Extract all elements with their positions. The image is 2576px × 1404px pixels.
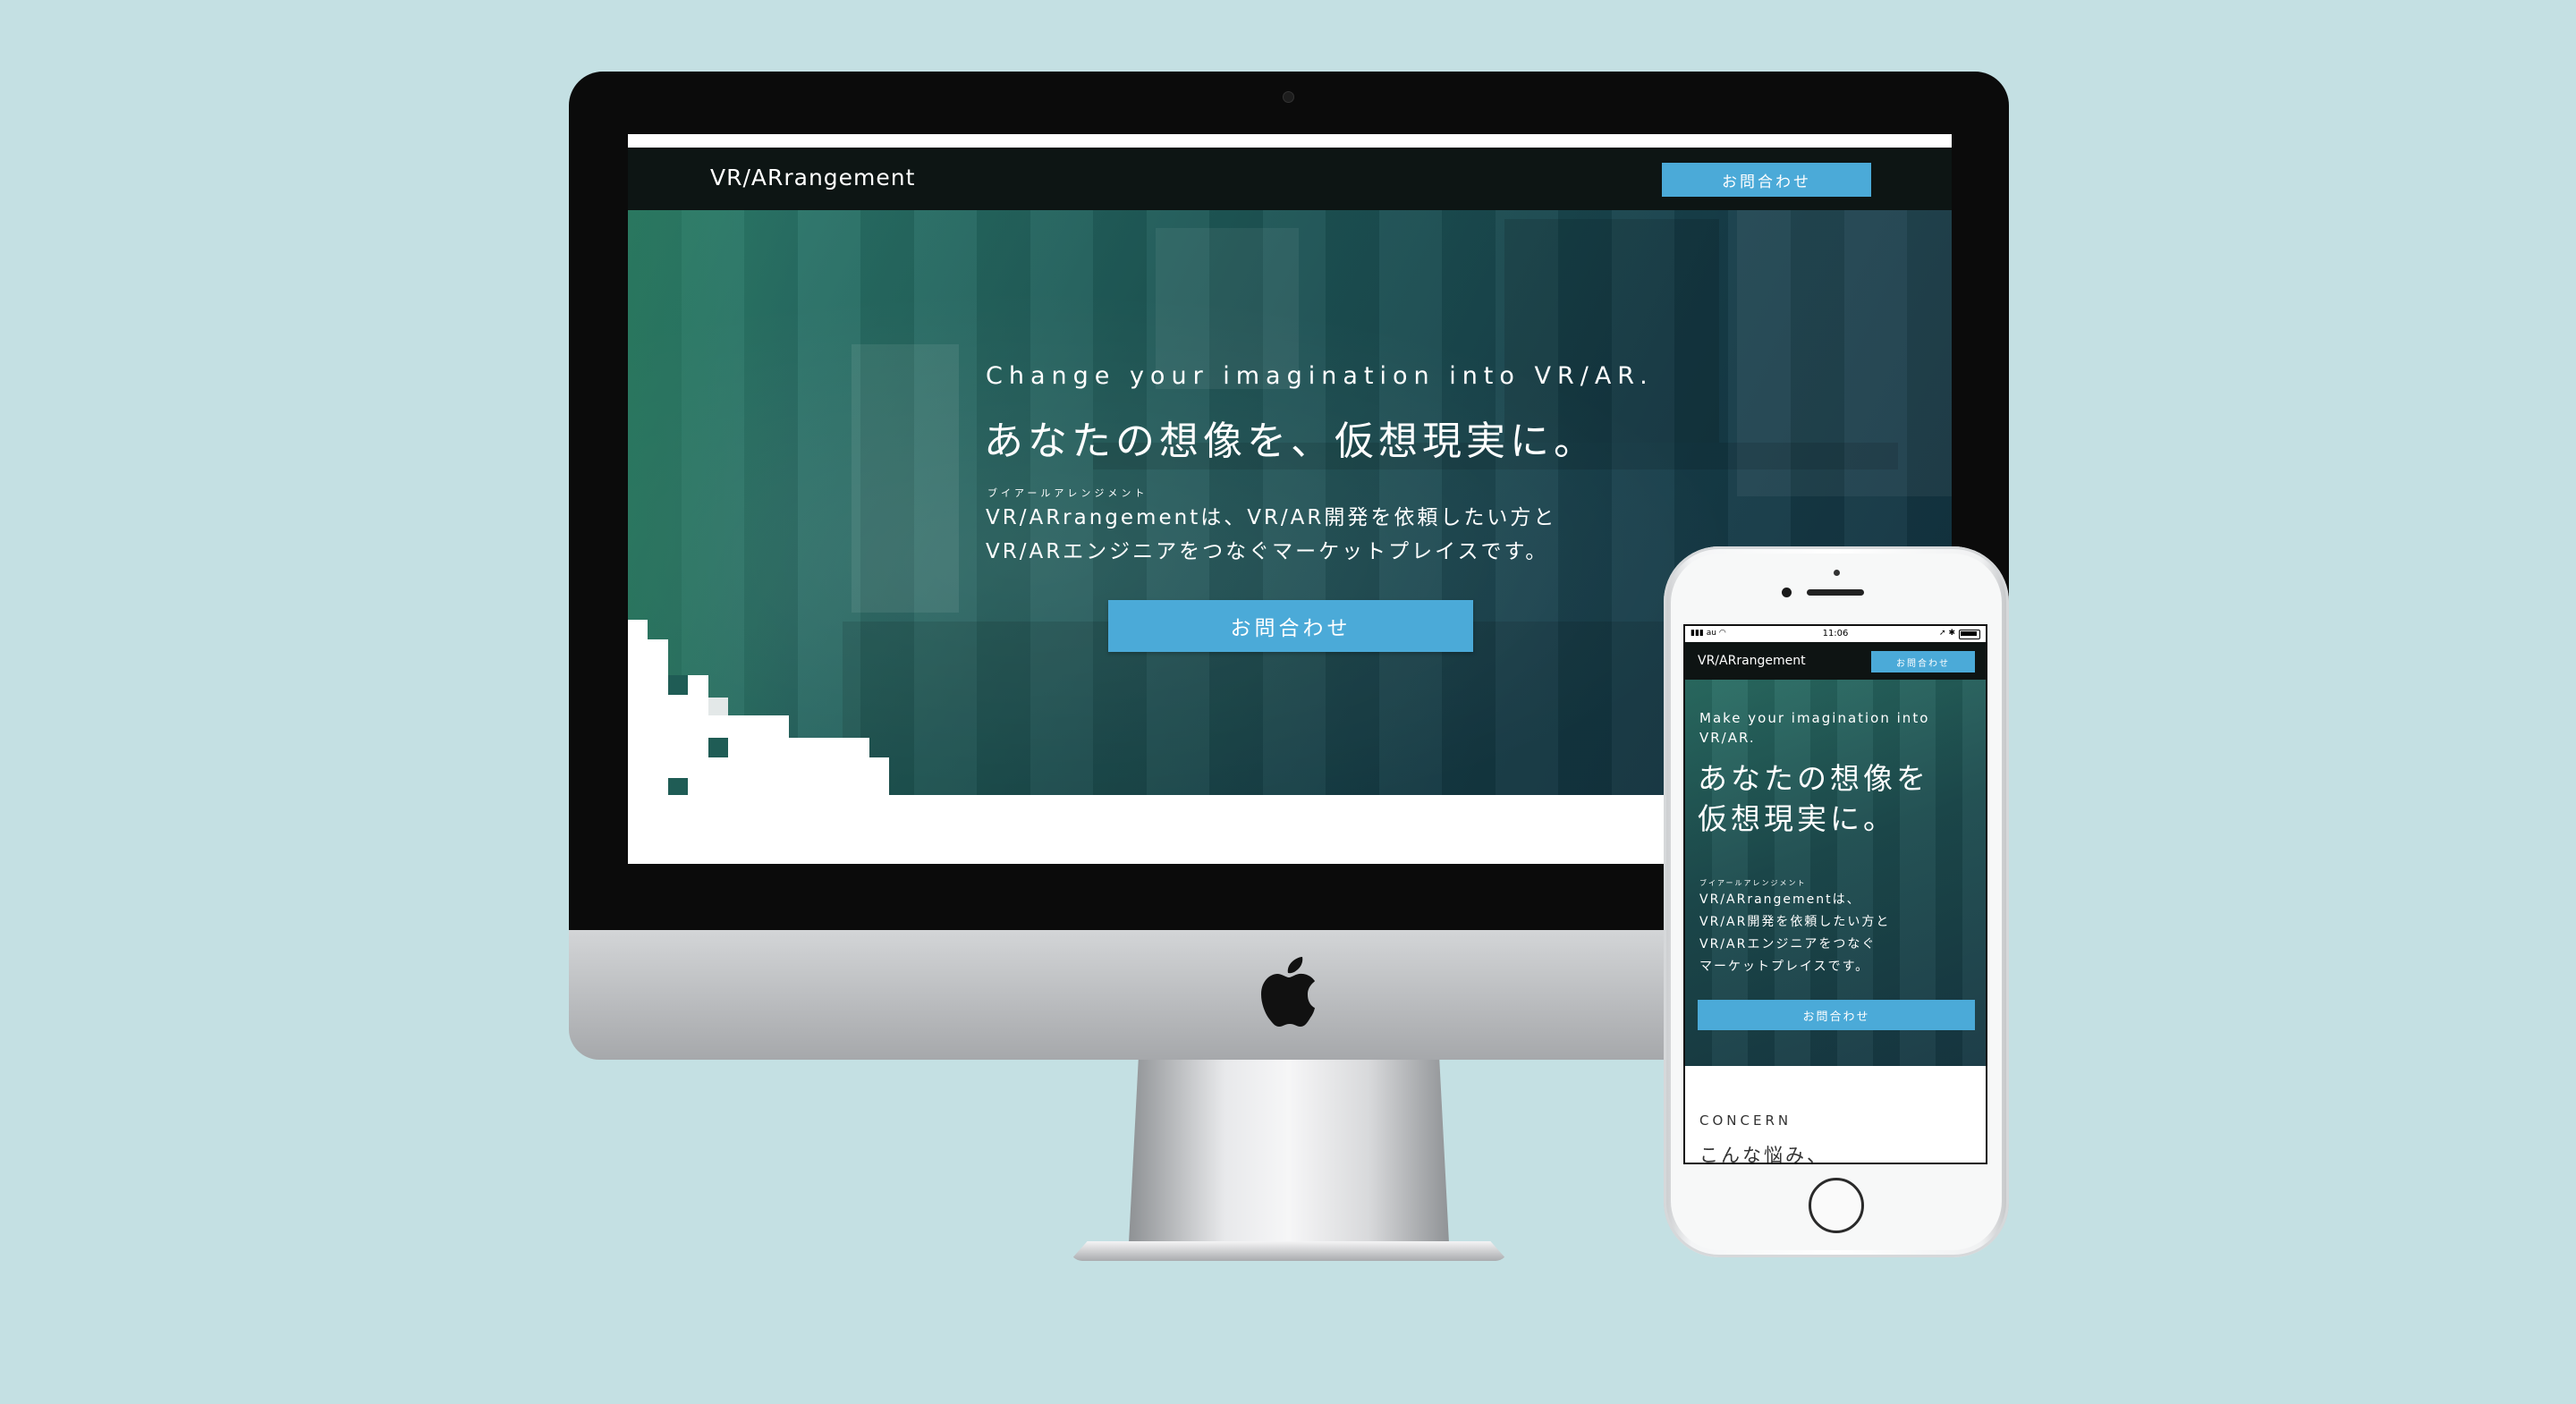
mobile-hero-section: Make your imagination into VR/AR. あなたの想像… xyxy=(1685,680,1986,1066)
mobile-screen: ▮▮▮ au ◠ 11:06 ➚ ✱ VR/ARrangement お問合わせ … xyxy=(1683,624,1987,1164)
hero-description: VR/ARrangementは、VR/AR開発を依頼したい方と VR/ARエンジ… xyxy=(986,501,1556,569)
header-contact-button[interactable]: お問合わせ xyxy=(1662,163,1871,197)
home-button[interactable] xyxy=(1809,1178,1864,1233)
mobile-hero-contact-button[interactable]: お問合わせ xyxy=(1698,1000,1975,1030)
hero-description-line: VR/ARrangementは、VR/AR開発を依頼したい方と xyxy=(986,506,1557,529)
imac-stand-base xyxy=(1070,1241,1508,1261)
mobile-hero-headline: あなたの想像を 仮想現実に。 xyxy=(1698,758,1975,839)
mobile-header: VR/ARrangement お問合わせ xyxy=(1685,642,1986,680)
mobile-headline-line: 仮想現実に。 xyxy=(1698,801,1896,836)
mobile-site-logo[interactable]: VR/ARrangement xyxy=(1698,654,1806,668)
imac-stand-neck xyxy=(1129,1060,1449,1243)
pixel-decoration xyxy=(708,738,728,757)
pixel-decoration xyxy=(708,698,728,715)
mobile-hero-description: VR/ARrangementは、 VR/AR開発を依頼したい方と VR/ARエン… xyxy=(1699,889,1977,978)
battery-icon xyxy=(1959,630,1980,639)
bluetooth-icon: ➚ ✱ xyxy=(1939,629,1955,638)
iphone: ▮▮▮ au ◠ 11:06 ➚ ✱ VR/ARrangement お問合わせ … xyxy=(1664,546,2009,1257)
front-camera-icon xyxy=(1782,588,1792,597)
status-bar: ▮▮▮ au ◠ 11:06 ➚ ✱ xyxy=(1685,626,1986,642)
mobile-hero-ruby: ブイアールアレンジメント xyxy=(1699,879,1807,887)
speaker-icon xyxy=(1807,589,1864,596)
mobile-description-line: VR/ARエンジニアをつなぐ xyxy=(1699,937,1877,952)
pixel-decoration xyxy=(628,757,889,795)
hero-description-line: VR/ARエンジニアをつなぐマーケットプレイスです。 xyxy=(986,540,1549,563)
hero-tagline-en: Change your imagination into VR/AR. xyxy=(986,362,1654,390)
apple-logo-icon xyxy=(1261,957,1315,1027)
pixel-decoration xyxy=(668,675,688,695)
pixel-decoration xyxy=(668,778,688,795)
hero-ruby: ブイアールアレンジメント xyxy=(987,487,1148,499)
mobile-description-line: VR/ARrangementは、 xyxy=(1699,892,1861,907)
sensor-icon xyxy=(1834,570,1840,576)
site-header: VR/ARrangement お問合わせ xyxy=(628,148,1952,210)
concern-label: CONCERN xyxy=(1699,1112,1792,1129)
mobile-header-contact-button[interactable]: お問合わせ xyxy=(1871,651,1975,672)
site-logo[interactable]: VR/ARrangement xyxy=(710,165,915,190)
mobile-description-line: マーケットプレイスです。 xyxy=(1699,960,1870,974)
hero-headline: あなたの想像を、仮想現実に。 xyxy=(984,419,1597,464)
mobile-description-line: VR/AR開発を依頼したい方と xyxy=(1699,915,1891,929)
hero-contact-button[interactable]: お問合わせ xyxy=(1108,600,1473,652)
camera-icon xyxy=(1283,91,1294,103)
mobile-hero-tagline-en: Make your imagination into VR/AR. xyxy=(1699,710,1930,746)
mobile-headline-line: あなたの想像を xyxy=(1698,761,1929,796)
concern-heading: こんな悩み、 xyxy=(1699,1145,1828,1164)
